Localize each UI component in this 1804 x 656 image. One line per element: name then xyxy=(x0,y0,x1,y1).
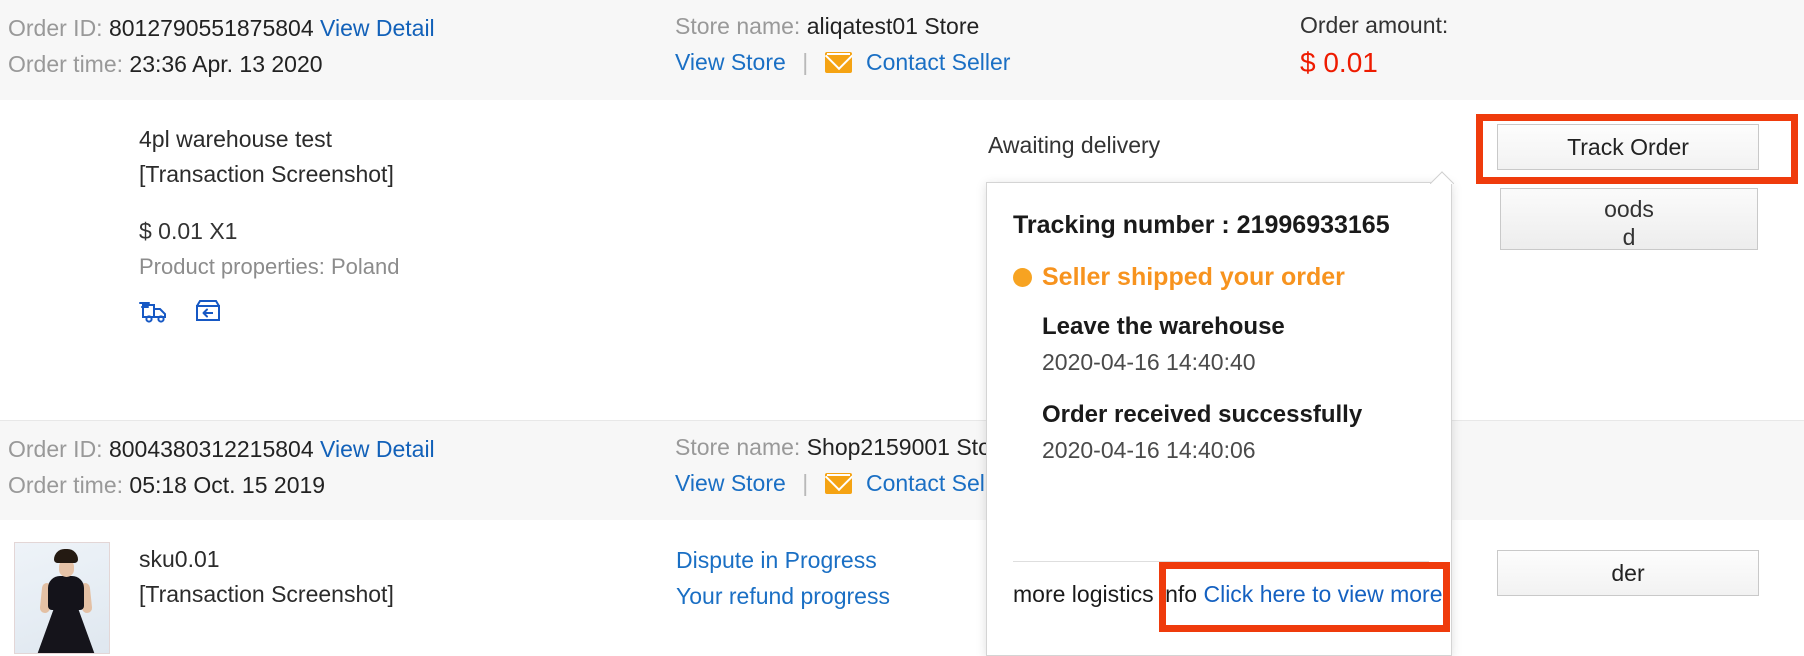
order-2-dispute-block: Dispute in Progress Your refund progress xyxy=(676,542,890,614)
order-1-identity: Order ID: 8012790551875804 View Detail O… xyxy=(8,10,435,82)
order-1-store-block: Store name: aliqatest01 Store View Store… xyxy=(675,8,1010,80)
action-divider: | xyxy=(802,49,809,75)
more-logistics-label: more logistics info xyxy=(1013,581,1198,607)
order-2-time-line: Order time: 05:18 Oct. 15 2019 xyxy=(8,467,435,503)
store-actions-line: View Store | Contact Seller xyxy=(675,44,1010,80)
order-id-value: 8012790551875804 xyxy=(108,15,314,41)
order-2-identity: Order ID: 8004380312215804 View Detail O… xyxy=(8,431,435,503)
action-divider: | xyxy=(802,470,809,496)
order-time-value: 05:18 Oct. 15 2019 xyxy=(129,472,326,498)
tracking-event: Leave the warehouse 2020-04-16 14:40:40 xyxy=(1013,310,1433,380)
tracking-event: Order received successfully 2020-04-16 1… xyxy=(1013,398,1433,468)
contact-seller-link[interactable]: Contact Seller xyxy=(866,49,1010,75)
tracking-event-title: Order received successfully xyxy=(1042,401,1363,428)
order-2-product-info: sku0.01 [Transaction Screenshot] xyxy=(139,542,394,612)
thumbnail-image xyxy=(15,543,109,653)
product-action-icons xyxy=(139,296,400,326)
order-header-2: Order ID: 8004380312215804 View Detail O… xyxy=(0,420,1804,522)
track-order-button[interactable]: Track Order xyxy=(1497,124,1759,170)
refund-progress-link[interactable]: Your refund progress xyxy=(676,578,890,614)
order-1-id-line: Order ID: 8012790551875804 View Detail xyxy=(8,10,435,46)
confirm-goods-line2: d xyxy=(1622,224,1636,250)
store-actions-line: View Store | Contact Seller xyxy=(675,465,1011,501)
product-subtitle: [Transaction Screenshot] xyxy=(139,581,394,607)
order-header-1: Order ID: 8012790551875804 View Detail O… xyxy=(0,0,1804,101)
popup-arrow xyxy=(1430,170,1454,184)
store-name-line: Store name: aliqatest01 Store xyxy=(675,8,1010,44)
dispute-in-progress-link[interactable]: Dispute in Progress xyxy=(676,542,890,578)
order-1-amount-block: Order amount: $ 0.01 xyxy=(1300,8,1448,82)
order-1-product-info: 4pl warehouse test [Transaction Screensh… xyxy=(139,122,400,326)
view-store-link[interactable]: View Store xyxy=(675,49,786,75)
mail-icon xyxy=(824,465,852,501)
order-amount-label: Order amount: xyxy=(1300,12,1449,38)
confirm-goods-received-button[interactable]: oods d xyxy=(1500,188,1758,250)
tracking-number-label: Tracking number : xyxy=(1013,211,1230,239)
product-properties: Product properties: Poland xyxy=(139,254,400,279)
tracking-status-heading: Seller shipped your order xyxy=(1013,263,1433,292)
tracking-number-value: 21996933165 xyxy=(1236,211,1390,239)
mail-icon xyxy=(824,44,852,80)
shipping-truck-icon[interactable] xyxy=(139,296,173,326)
view-store-link[interactable]: View Store xyxy=(675,470,786,496)
order-time-label: Order time: xyxy=(8,51,124,77)
store-name-value: Shop2159001 Store xyxy=(806,434,1012,460)
order-id-label: Order ID: xyxy=(8,15,103,41)
tracking-number-line: Tracking number : 21996933165 xyxy=(1013,211,1390,240)
store-name-label: Store name: xyxy=(675,434,801,460)
order-time-label: Order time: xyxy=(8,472,124,498)
store-name-label: Store name: xyxy=(675,13,801,39)
order-1-time-line: Order time: 23:36 Apr. 13 2020 xyxy=(8,46,435,82)
order-1-status: Awaiting delivery xyxy=(988,132,1161,158)
popup-footer: more logistics info Click here to view m… xyxy=(1013,581,1449,608)
product-price: $ 0.01 X1 xyxy=(139,218,238,244)
product-title[interactable]: 4pl warehouse test xyxy=(139,122,400,157)
product-subtitle: [Transaction Screenshot] xyxy=(139,161,394,187)
store-name-line: Store name: Shop2159001 Store xyxy=(675,429,1011,465)
tracking-timeline: Seller shipped your order Leave the ware… xyxy=(1013,263,1433,468)
view-detail-link[interactable]: View Detail xyxy=(320,436,435,462)
order-2-store-block: Store name: Shop2159001 Store View Store… xyxy=(675,429,1011,501)
order-body-2: sku0.01 [Transaction Screenshot] Dispute… xyxy=(0,520,1804,656)
store-name-value: aliqatest01 Store xyxy=(806,13,980,39)
tracking-status-text: Seller shipped your order xyxy=(1042,263,1345,291)
tracking-popup: Tracking number : 21996933165 Seller shi… xyxy=(986,182,1452,656)
view-detail-link[interactable]: View Detail xyxy=(320,15,435,41)
tracking-event-time: 2020-04-16 14:40:06 xyxy=(1042,437,1256,463)
tracking-event-title: Leave the warehouse xyxy=(1042,313,1285,340)
view-more-link[interactable]: Click here to view more. xyxy=(1203,581,1448,607)
return-box-icon[interactable] xyxy=(191,296,225,326)
popup-divider xyxy=(1013,561,1429,562)
order-2-id-line: Order ID: 8004380312215804 View Detail xyxy=(8,431,435,467)
order-body-1: 4pl warehouse test [Transaction Screensh… xyxy=(0,100,1804,420)
order-id-value: 8004380312215804 xyxy=(108,436,314,462)
status-dot-icon xyxy=(1013,268,1032,287)
product-title[interactable]: sku0.01 xyxy=(139,542,394,577)
order-amount-value: $ 0.01 xyxy=(1300,47,1378,78)
tracking-event-time: 2020-04-16 14:40:40 xyxy=(1042,349,1256,375)
order-list-page: Order ID: 8012790551875804 View Detail O… xyxy=(0,0,1804,656)
confirm-goods-line1: oods xyxy=(1604,196,1654,222)
order-id-label: Order ID: xyxy=(8,436,103,462)
order-2-action-button[interactable]: der xyxy=(1497,550,1759,596)
order-time-value: 23:36 Apr. 13 2020 xyxy=(129,51,323,77)
product-thumbnail[interactable] xyxy=(14,542,110,654)
